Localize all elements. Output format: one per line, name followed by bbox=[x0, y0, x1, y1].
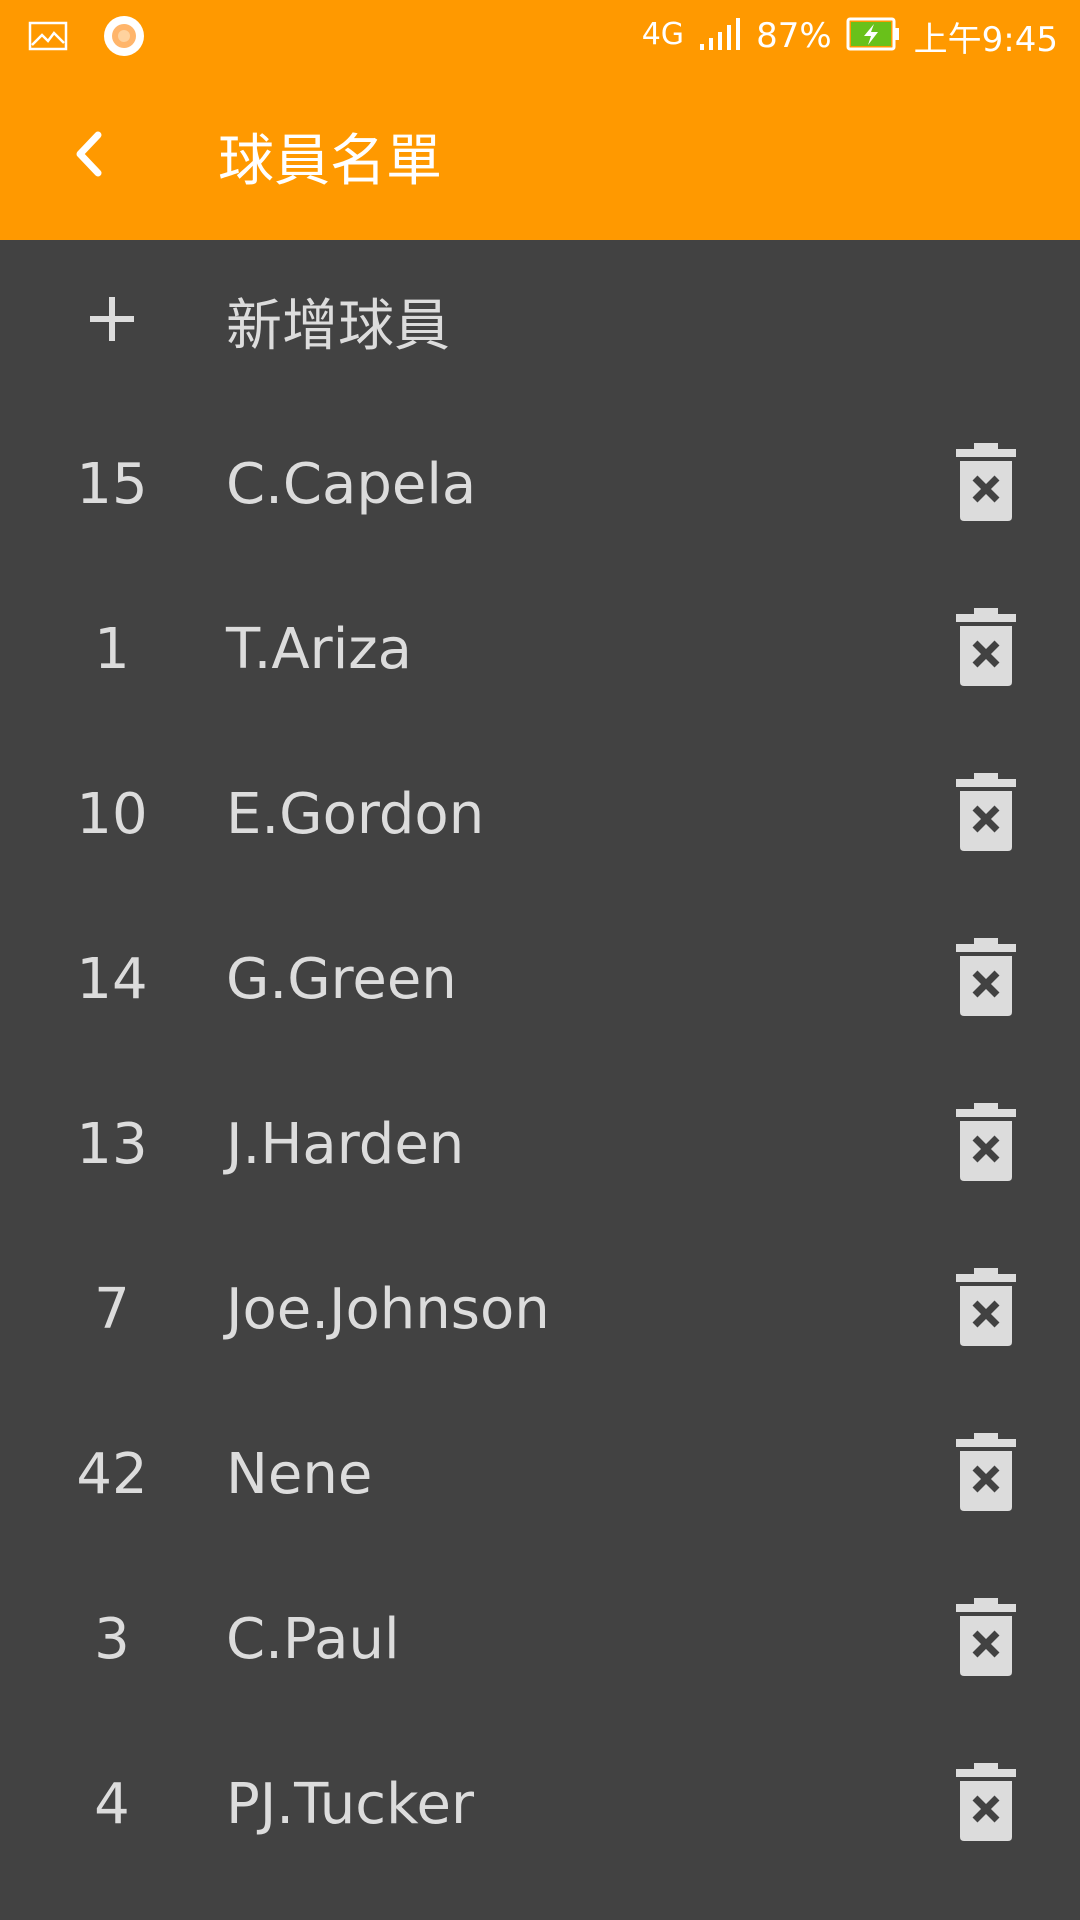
delete-player-button[interactable] bbox=[944, 937, 1028, 1022]
player-name: Joe.Johnson bbox=[226, 1277, 550, 1342]
add-player-row[interactable]: 新增球員 bbox=[0, 240, 1080, 402]
player-row[interactable]: 4 PJ.Tucker bbox=[0, 1722, 1080, 1887]
player-row[interactable]: 15 C.Capela bbox=[0, 402, 1080, 567]
player-number: 13 bbox=[76, 1112, 148, 1177]
network-type: 4G bbox=[641, 16, 685, 52]
player-row[interactable]: 3 C.Paul bbox=[0, 1557, 1080, 1722]
notification-dot-icon bbox=[102, 14, 146, 62]
player-row[interactable]: 10 E.Gordon bbox=[0, 732, 1080, 897]
signal-icon bbox=[698, 16, 742, 56]
gallery-icon bbox=[28, 21, 68, 55]
plus-icon bbox=[88, 295, 136, 347]
player-number: 7 bbox=[94, 1277, 130, 1342]
player-name: PJ.Tucker bbox=[226, 1772, 474, 1837]
player-row[interactable]: 13 J.Harden bbox=[0, 1062, 1080, 1227]
player-list: 新增球員 15 C.Capela 1 T.Ariza 10 E.Gordon 14 G.Gre… bbox=[0, 240, 1080, 1887]
delete-player-button[interactable] bbox=[944, 442, 1028, 527]
trash-delete-icon bbox=[954, 607, 1018, 692]
status-bar-right: 4G 87% 上午9:45 bbox=[642, 12, 1058, 60]
player-row[interactable]: 1 T.Ariza bbox=[0, 567, 1080, 732]
status-bar: 4G 87% 上午9:45 bbox=[0, 0, 1080, 72]
battery-percent: 87% bbox=[756, 16, 832, 56]
battery-charging-icon bbox=[846, 17, 900, 55]
trash-delete-icon bbox=[954, 1267, 1018, 1352]
trash-delete-icon bbox=[954, 1597, 1018, 1682]
delete-player-button[interactable] bbox=[944, 1432, 1028, 1517]
player-name: J.Harden bbox=[226, 1112, 465, 1177]
status-bar-left bbox=[28, 14, 146, 62]
player-number: 4 bbox=[94, 1772, 130, 1837]
player-number: 10 bbox=[76, 782, 148, 847]
delete-player-button[interactable] bbox=[944, 1102, 1028, 1187]
player-row[interactable]: 7 Joe.Johnson bbox=[0, 1227, 1080, 1392]
trash-delete-icon bbox=[954, 772, 1018, 857]
add-player-label: 新增球員 bbox=[226, 293, 450, 359]
player-name: C.Paul bbox=[226, 1607, 400, 1672]
trash-delete-icon bbox=[954, 937, 1018, 1022]
delete-player-button[interactable] bbox=[944, 607, 1028, 692]
trash-delete-icon bbox=[954, 442, 1018, 527]
trash-delete-icon bbox=[954, 1432, 1018, 1517]
clock: 上午9:45 bbox=[913, 19, 1058, 60]
player-row[interactable]: 14 G.Green bbox=[0, 897, 1080, 1062]
player-name: T.Ariza bbox=[226, 617, 412, 682]
trash-delete-icon bbox=[954, 1102, 1018, 1187]
app-bar: 球員名單 bbox=[0, 72, 1080, 240]
player-number: 14 bbox=[76, 947, 148, 1012]
add-player-button[interactable] bbox=[40, 240, 184, 402]
chevron-left-icon bbox=[68, 129, 108, 183]
page-title: 球員名單 bbox=[218, 128, 442, 194]
player-name: G.Green bbox=[226, 947, 457, 1012]
player-number: 3 bbox=[94, 1607, 130, 1672]
delete-player-button[interactable] bbox=[944, 1597, 1028, 1682]
delete-player-button[interactable] bbox=[944, 772, 1028, 857]
player-row[interactable]: 42 Nene bbox=[0, 1392, 1080, 1557]
player-name: C.Capela bbox=[226, 452, 477, 517]
player-name: Nene bbox=[226, 1442, 373, 1507]
player-number: 42 bbox=[76, 1442, 148, 1507]
back-button[interactable] bbox=[48, 116, 128, 196]
player-name: E.Gordon bbox=[226, 782, 485, 847]
delete-player-button[interactable] bbox=[944, 1267, 1028, 1352]
trash-delete-icon bbox=[954, 1762, 1018, 1847]
player-number: 1 bbox=[94, 617, 130, 682]
player-number: 15 bbox=[76, 452, 148, 517]
delete-player-button[interactable] bbox=[944, 1762, 1028, 1847]
